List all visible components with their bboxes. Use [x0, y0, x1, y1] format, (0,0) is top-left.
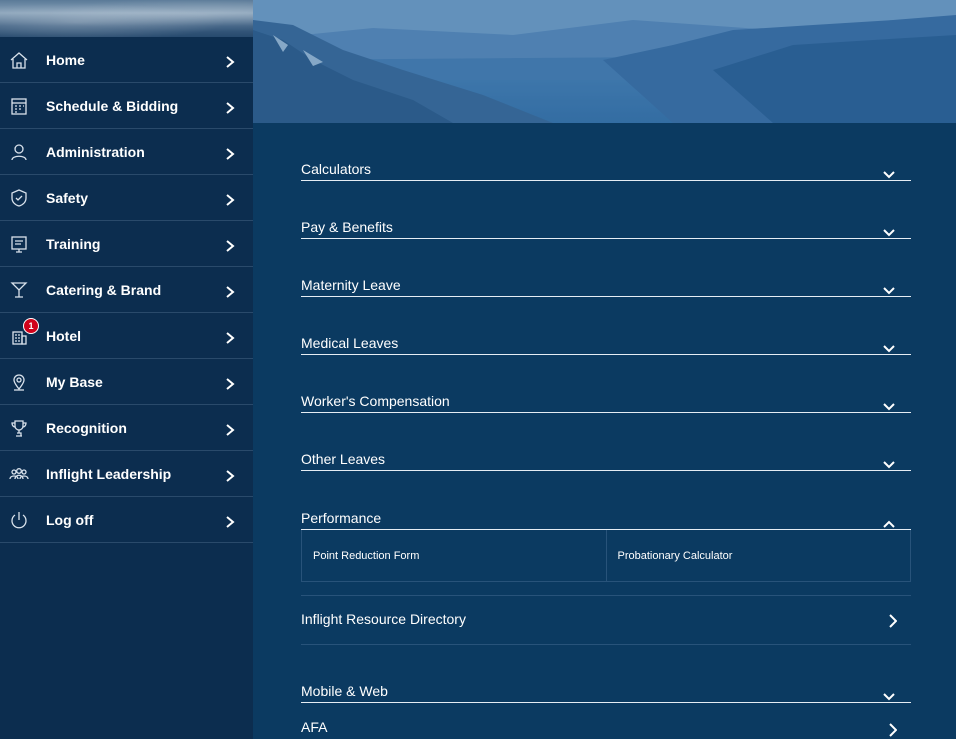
chevron-right-icon	[225, 423, 235, 436]
home-icon	[9, 50, 29, 70]
inflight-resource-directory-link[interactable]: Inflight Resource Directory	[301, 595, 911, 645]
performance-links: Point Reduction Form Probationary Calcul…	[301, 530, 911, 582]
sidebar-item-label: Administration	[46, 143, 145, 160]
sidebar-item-recognition[interactable]: Recognition	[0, 405, 253, 451]
cocktail-icon	[9, 280, 29, 300]
sidebar-item-training[interactable]: Training	[0, 221, 253, 267]
accordion-title: Calculators	[301, 161, 372, 177]
sidebar-banner-image	[0, 0, 253, 37]
chevron-right-icon	[225, 101, 235, 114]
chevron-down-icon	[883, 456, 895, 469]
accordion-title: Mobile & Web	[301, 683, 388, 699]
chevron-right-icon	[225, 469, 235, 482]
trophy-icon	[9, 418, 29, 438]
chevron-right-icon	[225, 515, 235, 528]
sidebar-item-home[interactable]: Home	[0, 37, 253, 83]
accordion-title: Worker's Compensation	[301, 393, 450, 409]
sidebar-item-inflight-leadership[interactable]: Inflight Leadership	[0, 451, 253, 497]
accordion-calculators[interactable]: Calculators	[301, 123, 911, 181]
shield-icon	[9, 188, 29, 208]
chevron-down-icon	[883, 282, 895, 295]
sidebar-item-my-base[interactable]: My Base	[0, 359, 253, 405]
chevron-right-icon	[225, 147, 235, 160]
sidebar-item-label: Hotel	[46, 327, 81, 344]
accordion-title: Performance	[301, 510, 382, 526]
accordion-list: Calculators Pay & Benefits Maternity Lea…	[301, 123, 911, 737]
sidebar-item-label: Recognition	[46, 419, 127, 436]
group-icon	[9, 464, 29, 484]
sidebar-item-label: Inflight Leadership	[46, 465, 172, 482]
person-icon	[9, 142, 29, 162]
probationary-calculator-link[interactable]: Probationary Calculator	[605, 530, 911, 581]
link-title: AFA	[301, 719, 328, 735]
sidebar-item-label: Training	[46, 235, 101, 252]
chevron-right-icon	[225, 285, 235, 298]
accordion-workers-compensation[interactable]: Worker's Compensation	[301, 355, 911, 413]
chevron-up-icon	[883, 515, 895, 528]
sidebar-item-catering-brand[interactable]: Catering & Brand	[0, 267, 253, 313]
sidebar-item-label: Home	[46, 51, 85, 68]
sidebar-item-hotel[interactable]: 1 Hotel	[0, 313, 253, 359]
afa-link[interactable]: AFA	[301, 703, 911, 737]
accordion-medical-leaves[interactable]: Medical Leaves	[301, 297, 911, 355]
chevron-down-icon	[883, 398, 895, 411]
sidebar-item-label: Log off	[46, 511, 94, 528]
chevron-right-icon	[225, 239, 235, 252]
point-reduction-form-link[interactable]: Point Reduction Form	[302, 530, 606, 581]
link-title: Inflight Resource Directory	[301, 611, 466, 627]
notification-badge: 1	[23, 317, 39, 334]
sidebar-item-label: My Base	[46, 373, 103, 390]
chevron-down-icon	[883, 340, 895, 353]
chevron-right-icon	[225, 55, 235, 68]
chevron-right-icon	[889, 723, 898, 737]
accordion-title: Other Leaves	[301, 451, 386, 467]
accordion-other-leaves[interactable]: Other Leaves	[301, 413, 911, 471]
accordion-mobile-web[interactable]: Mobile & Web	[301, 645, 911, 703]
sidebar-item-safety[interactable]: Safety	[0, 175, 253, 221]
sidebar-nav: Home Schedule & Bidding Administration S…	[0, 0, 253, 739]
accordion-pay-benefits[interactable]: Pay & Benefits	[301, 181, 911, 239]
chevron-right-icon	[225, 193, 235, 206]
main-content: Calculators Pay & Benefits Maternity Lea…	[253, 0, 956, 739]
calendar-icon	[9, 96, 29, 116]
sidebar-item-schedule-bidding[interactable]: Schedule & Bidding	[0, 83, 253, 129]
accordion-title: Pay & Benefits	[301, 219, 393, 235]
sidebar-item-log-off[interactable]: Log off	[0, 497, 253, 543]
chevron-right-icon	[889, 614, 898, 628]
power-icon	[9, 510, 29, 530]
accordion-performance[interactable]: Performance	[301, 471, 911, 530]
chevron-right-icon	[225, 377, 235, 390]
hotel-icon: 1	[9, 317, 39, 346]
sidebar-item-label: Catering & Brand	[46, 281, 162, 298]
sidebar-item-label: Schedule & Bidding	[46, 97, 179, 114]
sidebar-item-administration[interactable]: Administration	[0, 129, 253, 175]
chevron-down-icon	[883, 688, 895, 701]
accordion-maternity-leave[interactable]: Maternity Leave	[301, 239, 911, 297]
chevron-down-icon	[883, 224, 895, 237]
location-pin-icon	[9, 372, 29, 392]
chevron-right-icon	[225, 331, 235, 344]
sidebar-item-label: Safety	[46, 189, 89, 206]
hero-banner-image	[253, 0, 956, 123]
chevron-down-icon	[883, 166, 895, 179]
presentation-icon	[9, 234, 29, 254]
accordion-title: Maternity Leave	[301, 277, 401, 293]
accordion-title: Medical Leaves	[301, 335, 399, 351]
